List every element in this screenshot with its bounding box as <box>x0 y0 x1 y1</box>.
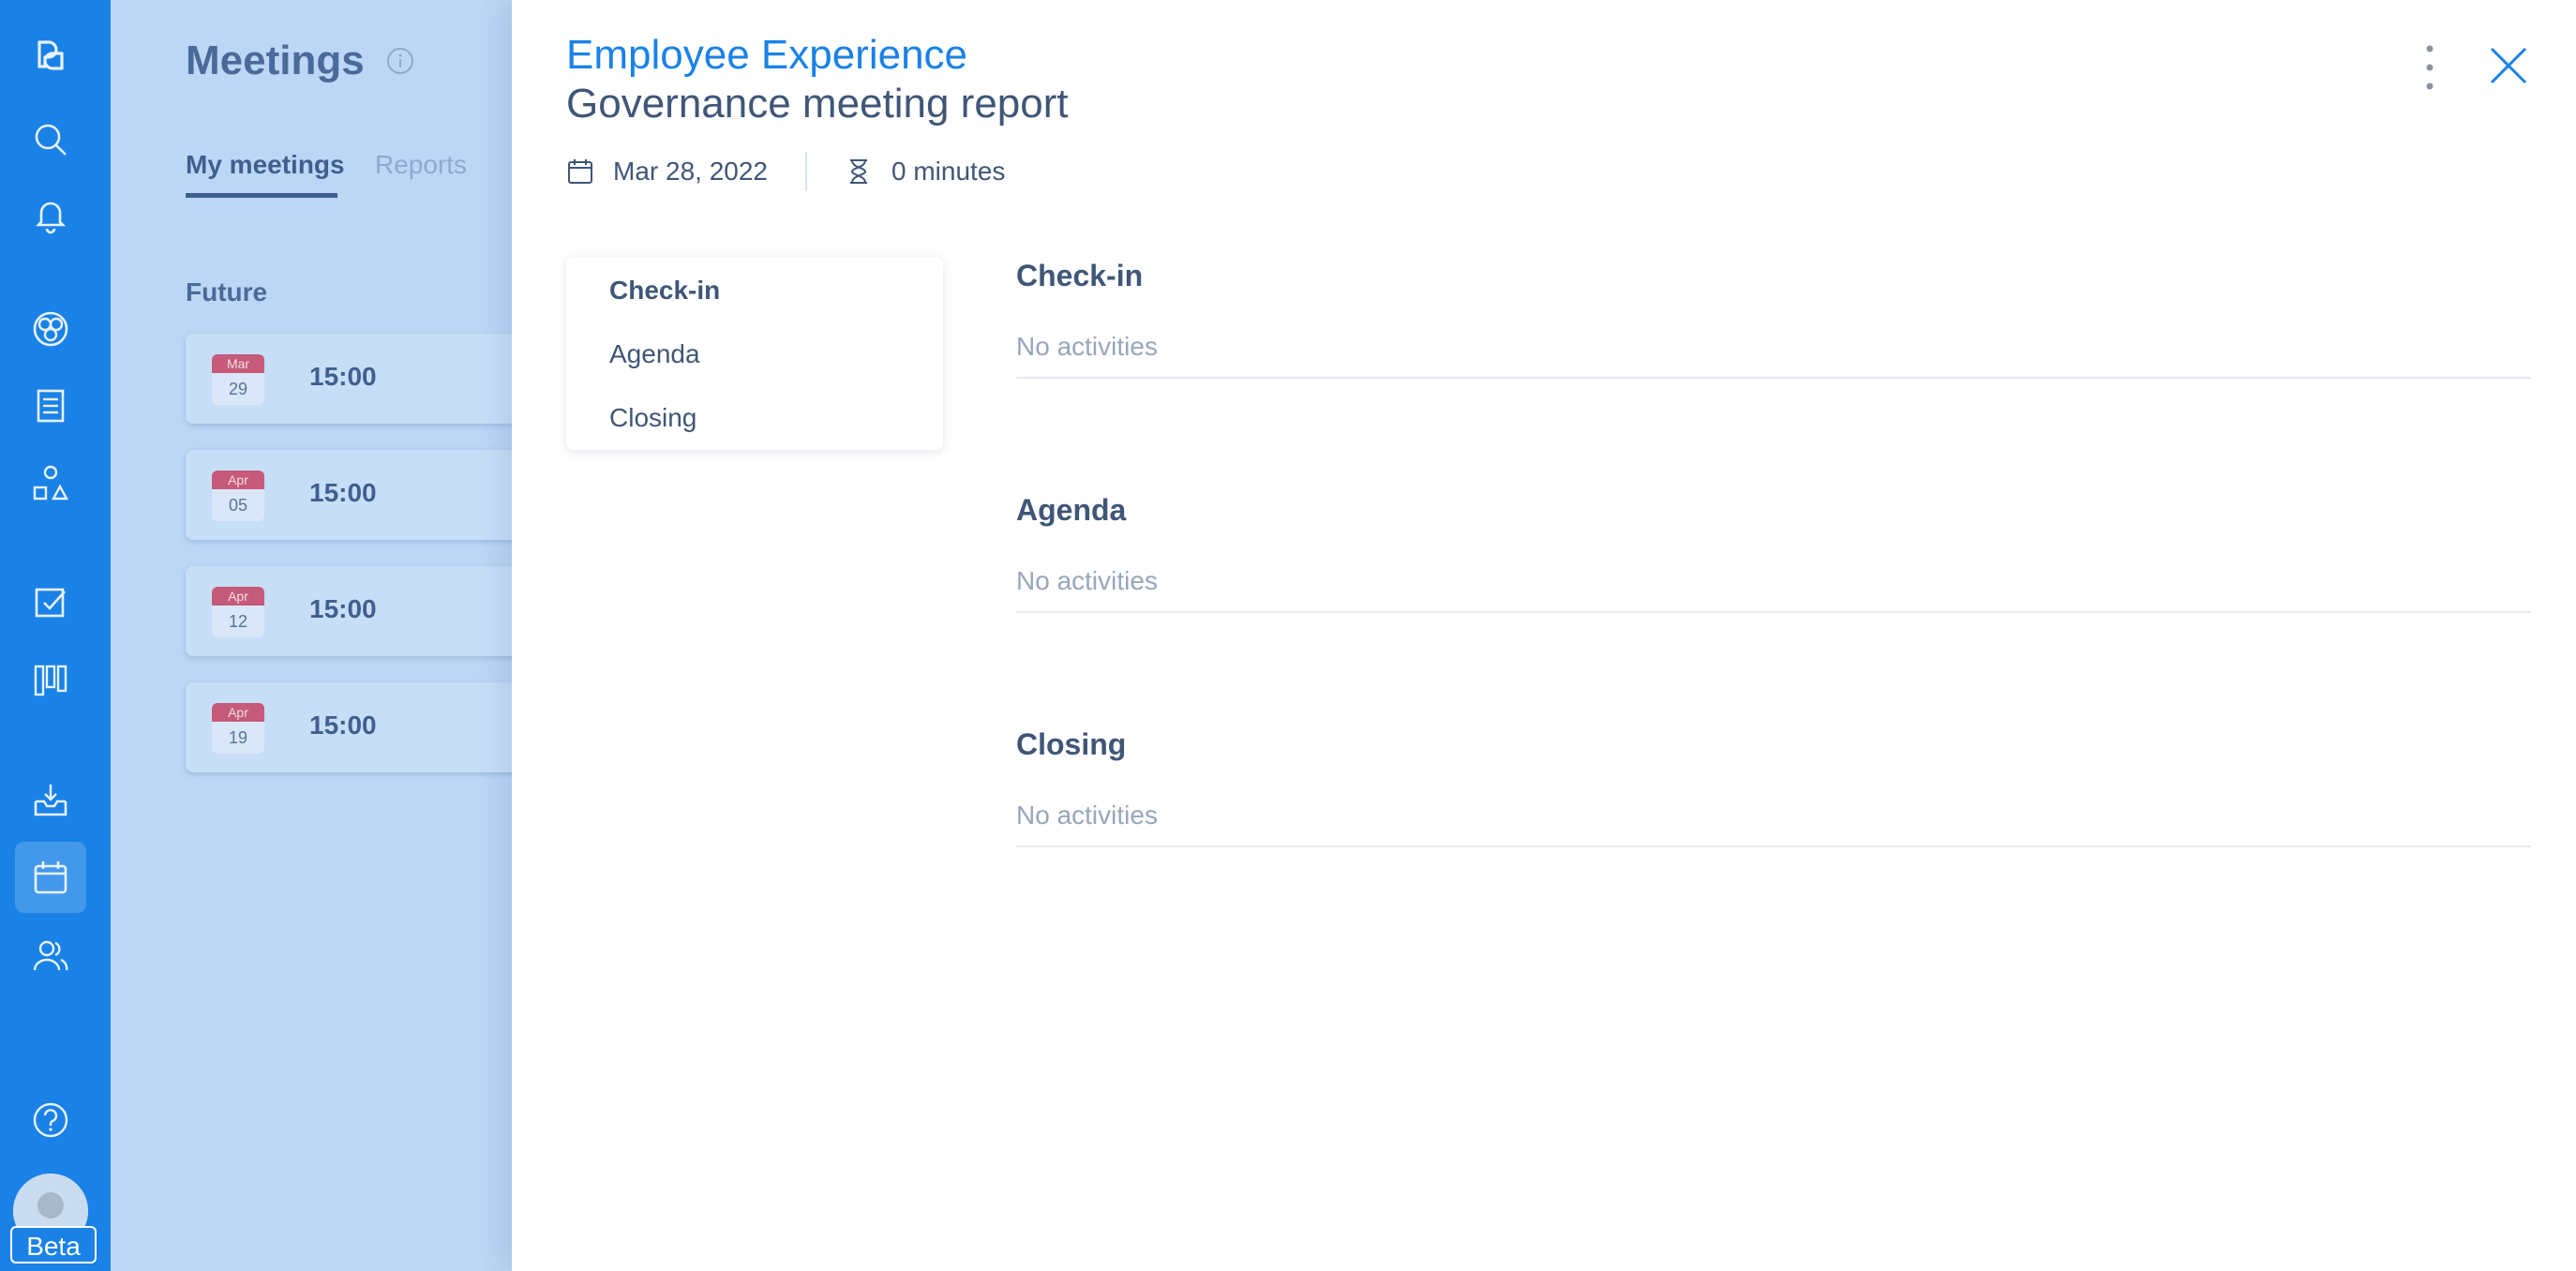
section-nav: Check-in Agenda Closing <box>566 257 943 450</box>
section-heading: Closing <box>1016 727 1127 761</box>
empty-state: No activities <box>1016 332 1158 361</box>
meeting-row[interactable]: Mar 29 15:00 <box>186 334 523 424</box>
tab-reports[interactable]: Reports <box>375 150 467 180</box>
meeting-duration: 0 minutes <box>891 157 1006 186</box>
shapes-icon[interactable] <box>22 454 80 512</box>
date-month: Apr <box>212 703 264 722</box>
section-heading: Agenda <box>1016 493 1127 527</box>
date-day: 05 <box>228 496 248 515</box>
close-icon[interactable] <box>2488 45 2529 86</box>
date-badge: Apr 19 <box>212 703 264 754</box>
section-heading: Check-in <box>1016 259 1144 292</box>
meeting-time: 15:00 <box>309 710 377 740</box>
empty-state: No activities <box>1016 566 1158 595</box>
divider <box>1016 611 2531 613</box>
meeting-row[interactable]: Apr 12 15:00 <box>186 566 523 656</box>
date-badge: Apr 12 <box>212 587 264 637</box>
meeting-meta: Mar 28, 2022 0 minutes <box>566 152 1005 191</box>
meetings-page-background: Meetings My meetings Reports Future Mar … <box>111 0 523 1271</box>
empty-state: No activities <box>1016 800 1158 830</box>
meeting-row[interactable]: Apr 19 15:00 <box>186 682 523 772</box>
logo-icon[interactable] <box>22 26 80 84</box>
meeting-time: 15:00 <box>309 478 377 507</box>
users-icon[interactable] <box>22 926 80 984</box>
beta-badge: Beta <box>10 1226 97 1264</box>
page-title: Meetings <box>186 37 365 83</box>
divider <box>805 152 807 191</box>
date-month: Mar <box>212 354 264 373</box>
date-month: Apr <box>212 587 264 606</box>
date-day: 19 <box>228 728 248 747</box>
meeting-date: Mar 28, 2022 <box>613 157 768 186</box>
calendar-icon[interactable] <box>15 842 86 913</box>
circles-icon[interactable] <box>22 300 80 358</box>
app-sidebar: Beta <box>0 0 111 1271</box>
info-icon[interactable] <box>386 47 414 75</box>
divider <box>1016 377 2531 379</box>
meeting-row[interactable]: Apr 05 15:00 <box>186 450 523 540</box>
kanban-icon[interactable] <box>22 650 80 709</box>
calendar-icon <box>568 159 592 184</box>
nav-item-closing[interactable]: Closing <box>609 403 696 433</box>
tab-my-meetings[interactable]: My meetings <box>186 150 345 180</box>
nav-item-check-in[interactable]: Check-in <box>609 276 720 306</box>
more-options-icon[interactable] <box>2424 43 2435 92</box>
date-month: Apr <box>212 471 264 489</box>
circle-link[interactable]: Employee Experience <box>566 32 967 79</box>
date-badge: Mar 29 <box>212 354 264 405</box>
document-icon[interactable] <box>22 377 80 435</box>
help-icon[interactable] <box>22 1091 80 1149</box>
divider <box>1016 845 2531 847</box>
hourglass-icon <box>850 159 867 184</box>
search-icon[interactable] <box>22 111 80 169</box>
nav-item-agenda[interactable]: Agenda <box>609 339 700 369</box>
section-title-future: Future <box>186 277 268 307</box>
report-title: Governance meeting report <box>566 81 1069 127</box>
bell-icon[interactable] <box>22 186 80 244</box>
meeting-report-panel: Employee Experience Governance meeting r… <box>512 0 2576 1271</box>
date-day: 29 <box>228 380 248 398</box>
date-day: 12 <box>228 612 248 631</box>
meeting-time: 15:00 <box>309 362 377 391</box>
checkbox-icon[interactable] <box>22 574 80 632</box>
active-tab-indicator <box>186 193 337 198</box>
inbox-icon[interactable] <box>22 770 80 829</box>
meeting-time: 15:00 <box>309 594 377 623</box>
date-badge: Apr 05 <box>212 471 264 521</box>
